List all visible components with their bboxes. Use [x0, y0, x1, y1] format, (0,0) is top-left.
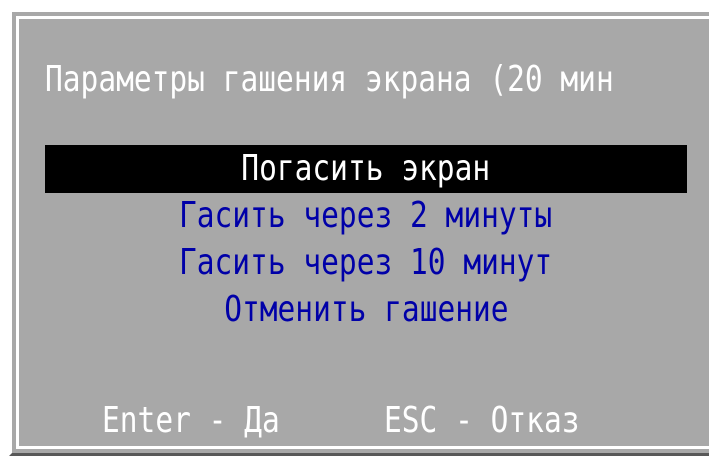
dialog-title: Параметры гашения экрана (20 мин: [45, 59, 614, 100]
menu-item-after-10-minutes[interactable]: Гасить через 10 минут: [45, 239, 687, 287]
options-menu: Погасить экран Гасить через 2 минуты Гас…: [12, 145, 709, 345]
menu-item-label: Погасить экран: [241, 148, 491, 189]
enter-hint[interactable]: Enter - Да: [102, 397, 280, 445]
menu-item-after-2-minutes[interactable]: Гасить через 2 минуты: [45, 192, 687, 240]
esc-hint[interactable]: ESC - Отказ: [384, 397, 580, 445]
menu-item-turn-off-screen[interactable]: Погасить экран: [45, 145, 687, 193]
menu-item-label: Отменить гашение: [223, 289, 509, 330]
menu-item-label: Гасить через 2 минуты: [179, 195, 553, 236]
menu-item-label: Гасить через 10 минут: [179, 242, 553, 283]
screen-saver-dialog: Параметры гашения экрана (20 мин Погасит…: [9, 9, 709, 456]
menu-item-cancel-blanking[interactable]: Отменить гашение: [45, 286, 687, 334]
screen: Параметры гашения экрана (20 мин Погасит…: [0, 0, 709, 464]
key-hints: Enter - Да ESC - Отказ: [12, 397, 709, 445]
